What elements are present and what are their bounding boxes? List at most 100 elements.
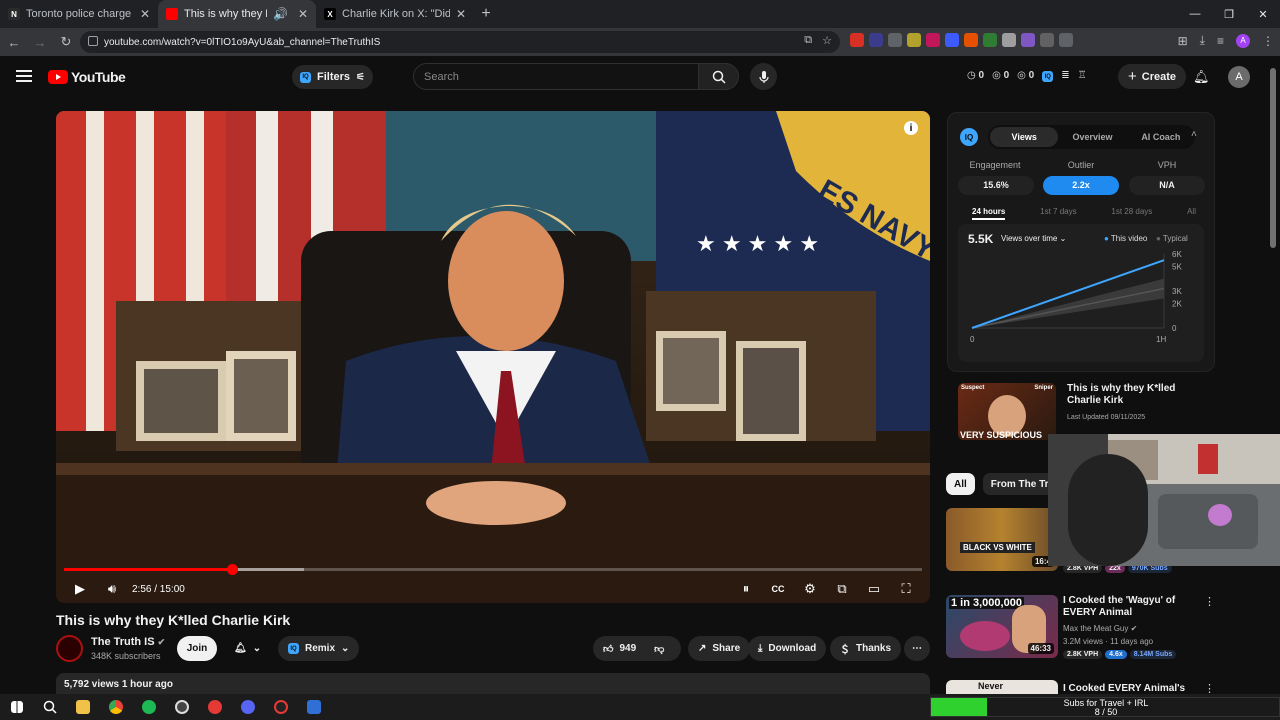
app-icon[interactable] — [264, 694, 297, 720]
theater-mode-icon[interactable]: ▭ — [858, 575, 890, 603]
volume-icon[interactable]: 🔊︎ — [96, 575, 128, 603]
vidiq-icon[interactable]: IQ — [1042, 71, 1054, 82]
back-icon[interactable]: ← — [2, 30, 26, 54]
tab-overview[interactable]: Overview — [1058, 127, 1126, 147]
close-window-icon[interactable]: ✕ — [1246, 0, 1280, 28]
progress-bar[interactable] — [64, 564, 922, 575]
app-icon[interactable] — [198, 694, 231, 720]
youtube-logo[interactable]: YouTube — [48, 69, 126, 85]
extension-icon[interactable] — [926, 33, 940, 47]
range-all[interactable]: All — [1187, 207, 1196, 220]
extension-icon[interactable] — [869, 33, 883, 47]
more-options-icon[interactable]: ⋮ — [1204, 682, 1215, 694]
recommendation-item[interactable]: Never I Cooked EVERY Animal's ⋮ — [946, 680, 1246, 694]
suggested-thumbnail[interactable]: Suspect Sniper VERY SUSPICIOUS — [958, 383, 1056, 440]
close-tab-icon[interactable]: ✕ — [298, 7, 308, 21]
fullscreen-icon[interactable]: ⛶ — [890, 575, 922, 603]
reload-icon[interactable]: ↻ — [54, 30, 78, 54]
voice-search-button[interactable] — [750, 63, 777, 90]
extension-icon[interactable] — [945, 33, 959, 47]
thumb-label: Suspect — [961, 385, 985, 391]
new-tab-button[interactable]: + — [474, 0, 498, 28]
tab-ai-coach[interactable]: AI Coach — [1127, 127, 1195, 147]
captions-icon[interactable]: CC — [762, 575, 794, 603]
range-28-days[interactable]: 1st 28 days — [1111, 207, 1152, 220]
notification-bell-button[interactable]: 🔔︎ ⌄ — [224, 636, 271, 661]
tab-views[interactable]: Views — [990, 127, 1059, 147]
settings-gear-icon[interactable]: ⚙ — [794, 575, 826, 603]
range-7-days[interactable]: 1st 7 days — [1040, 207, 1076, 220]
app-icon[interactable] — [297, 694, 330, 720]
vidiq-list-icon[interactable]: ≣ — [1061, 70, 1069, 82]
more-actions-button[interactable]: ⋯ — [904, 636, 930, 661]
remix-button[interactable]: IQ Remix ⌄ — [278, 636, 360, 661]
recommendation-item[interactable]: 1 in 3,000,000 46:33 I Cooked the 'Wagyu… — [946, 595, 1246, 665]
install-app-icon[interactable]: ⧉ — [804, 34, 812, 47]
restore-icon[interactable]: ❐ — [1212, 0, 1246, 28]
download-button[interactable]: ⤓ Download — [748, 636, 827, 661]
scrollbar-thumb[interactable] — [1270, 68, 1276, 248]
minimize-icon[interactable]: — — [1178, 0, 1212, 28]
browser-tab-1[interactable]: N Toronto police charge man wit ✕ — [0, 0, 158, 28]
suggested-title[interactable]: This is why they K*lled Charlie Kirk — [1067, 383, 1207, 407]
taskbar-search-icon[interactable] — [33, 694, 66, 720]
video-player[interactable]: ES NAVY ★ ★ ★ ★ ★ i ▶ 🔊︎ 2:56 / 15:00 ⏸ … — [56, 111, 930, 603]
thanks-button[interactable]: ＄ Thanks — [830, 636, 902, 661]
discord-icon[interactable] — [231, 694, 264, 720]
views-dropdown[interactable]: Views over time ⌄ — [1001, 234, 1066, 243]
search-input[interactable]: Search — [413, 63, 698, 90]
trophy-icon[interactable]: ♖ — [1078, 70, 1087, 82]
chrome-menu-icon[interactable]: ⋮ — [1262, 34, 1274, 48]
notifications-bell-icon[interactable]: 🔔︎ — [1193, 69, 1210, 85]
profile-avatar[interactable]: A — [1236, 33, 1250, 48]
channel-avatar[interactable] — [56, 635, 83, 662]
channel-name[interactable]: The Truth IS ✔ — [91, 636, 165, 648]
info-icon[interactable]: i — [904, 121, 918, 135]
autoplay-toggle-icon[interactable]: ⏸ — [730, 575, 762, 603]
create-button[interactable]: + Create — [1118, 64, 1187, 89]
download-label: Download — [768, 643, 817, 654]
more-options-icon[interactable]: ⋮ — [1204, 595, 1215, 608]
miniplayer-icon[interactable]: ⧉ — [826, 575, 858, 603]
reading-list-icon[interactable]: ≡ — [1217, 34, 1224, 48]
account-avatar[interactable]: A — [1228, 66, 1250, 88]
extension-icon[interactable] — [888, 33, 902, 47]
extension-icon[interactable] — [1021, 33, 1035, 47]
close-tab-icon[interactable]: ✕ — [140, 7, 150, 21]
page-scrollbar[interactable] — [1270, 60, 1276, 690]
extension-icon[interactable] — [1040, 33, 1054, 47]
extensions-puzzle-icon[interactable] — [1059, 33, 1073, 47]
windows-start-icon[interactable] — [0, 694, 33, 720]
chrome-icon[interactable] — [99, 694, 132, 720]
like-button[interactable]: 👍︎ 949 👎︎ — [593, 636, 681, 661]
bookmark-star-icon[interactable]: ☆ — [822, 34, 832, 47]
extension-icon[interactable] — [1002, 33, 1016, 47]
chip-all[interactable]: All — [946, 473, 975, 495]
spotify-icon[interactable] — [132, 694, 165, 720]
site-info-icon[interactable] — [88, 36, 98, 46]
menu-icon[interactable] — [16, 70, 32, 82]
close-tab-icon[interactable]: ✕ — [456, 7, 466, 21]
downloads-icon[interactable]: ⤓ — [1200, 33, 1205, 48]
obs-icon[interactable] — [165, 694, 198, 720]
browser-tab-2[interactable]: This is why they K*lled Cha 🔊 ✕ — [158, 0, 316, 28]
tab-search-icon[interactable]: ⊞ — [1178, 34, 1188, 48]
browser-tab-3[interactable]: X Charlie Kirk on X: "Did I just get ✕ — [316, 0, 474, 28]
collapse-chevron-icon[interactable]: ˄ — [1191, 129, 1197, 140]
extension-icon[interactable] — [964, 33, 978, 47]
address-toolbar: ← → ↻ youtube.com/watch?v=0lTIO1o9AyU&ab… — [0, 28, 1280, 56]
extension-icon[interactable] — [983, 33, 997, 47]
play-icon[interactable]: ▶ — [64, 575, 96, 603]
range-24-hours[interactable]: 24 hours — [972, 207, 1006, 220]
file-explorer-icon[interactable] — [66, 694, 99, 720]
search-button[interactable] — [698, 63, 739, 90]
extension-icon[interactable] — [850, 33, 864, 47]
address-bar[interactable]: youtube.com/watch?v=0lTIO1o9AyU&ab_chann… — [80, 31, 840, 53]
extension-icon[interactable] — [907, 33, 921, 47]
forward-icon[interactable]: → — [28, 30, 52, 54]
join-button[interactable]: Join — [177, 636, 217, 661]
filters-button[interactable]: IQ Filters ⚟ — [292, 65, 373, 89]
audio-playing-icon[interactable]: 🔊 — [273, 7, 288, 21]
thumbs-down-icon[interactable]: 👎︎ — [654, 643, 664, 655]
share-button[interactable]: ↗ Share — [688, 636, 751, 661]
